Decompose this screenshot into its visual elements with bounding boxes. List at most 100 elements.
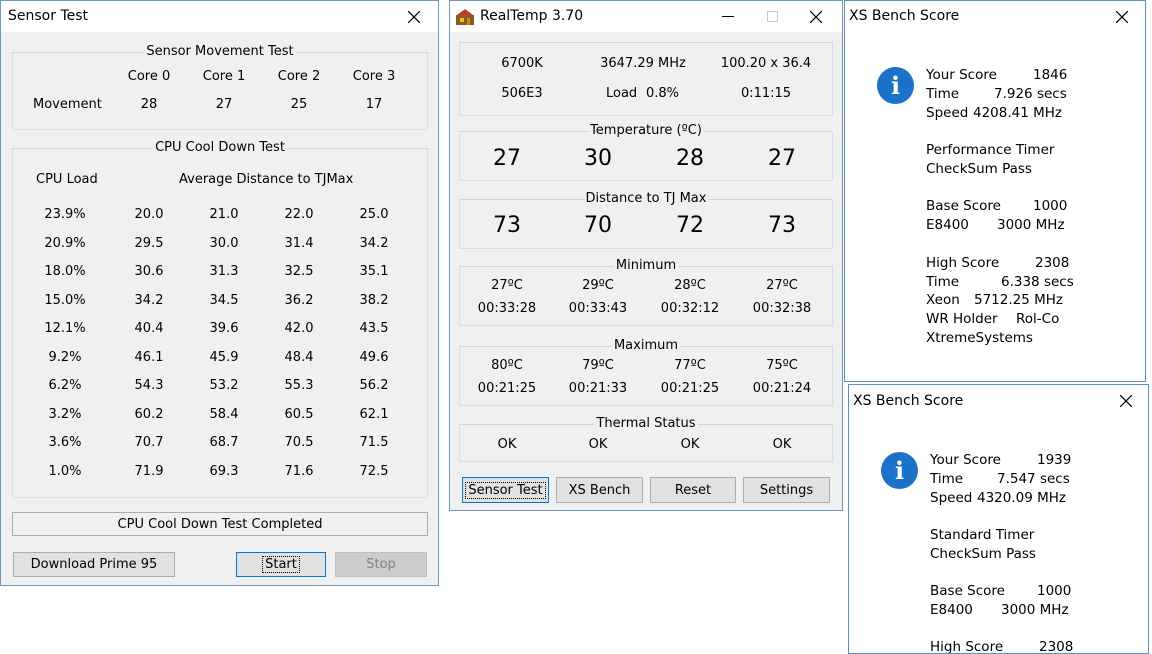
title-bar: RealTemp 3.70 (450, 1, 842, 32)
distance-value: 30.6 (134, 264, 164, 279)
speed-value: 4208.41 MHz (973, 105, 1063, 121)
time-label: Time (930, 471, 964, 487)
distance-value: 71.9 (134, 463, 164, 479)
window-title: RealTemp 3.70 (480, 8, 584, 24)
core-header: Core 2 (277, 69, 321, 84)
distance-value: 48.4 (284, 349, 314, 365)
base-score-value: 1000 (1037, 583, 1072, 599)
cpu-multiplier: 100.20 x 36.4 (720, 56, 812, 71)
speed-value: 4320.09 MHz (977, 490, 1067, 506)
maximum-temp: 77ºC (674, 358, 706, 373)
minimize-icon[interactable] (708, 1, 748, 32)
cpu-load-value: 23.9% (44, 207, 86, 222)
thermal-status-value: OK (680, 437, 700, 452)
group-title: Sensor Movement Test (144, 44, 296, 59)
stop-button[interactable]: Stop (335, 552, 427, 577)
high-speed: 5712.25 MHz (974, 292, 1064, 308)
distance-value: 43.5 (359, 321, 389, 336)
high-cpu: Xeon (926, 292, 960, 308)
reset-button[interactable]: Reset (650, 477, 736, 503)
checksum-status: CheckSum Pass (930, 546, 1036, 562)
distance-value: 25.0 (359, 207, 389, 222)
thermal-status-value: OK (588, 437, 608, 452)
base-cpu: E8400 (926, 217, 969, 233)
distance-value: 54.3 (134, 378, 164, 393)
minimum-group: Minimum (459, 258, 833, 326)
download-prime95-button[interactable]: Download Prime 95 (13, 552, 175, 577)
distance-value: 73 (493, 213, 521, 238)
close-icon[interactable] (1102, 1, 1142, 32)
distance-value: 71.5 (359, 435, 389, 450)
speed-label: Speed (930, 490, 973, 506)
checksum-status: CheckSum Pass (926, 161, 1032, 177)
cpu-info-panel (459, 42, 833, 116)
maximum-time: 00:21:33 (568, 381, 628, 396)
start-button[interactable]: Start (236, 552, 326, 577)
maximum-group: Maximum (459, 338, 833, 406)
settings-button[interactable]: Settings (743, 477, 830, 503)
group-title: Temperature (ºC) (588, 123, 704, 138)
distance-value: 70.7 (134, 435, 164, 450)
high-time-label: Time (926, 274, 960, 290)
distance-value: 55.3 (284, 378, 314, 393)
distance-value: 30.0 (209, 235, 239, 251)
cpu-frequency: 3647.29 MHz (600, 56, 686, 71)
minimum-time: 00:32:12 (660, 301, 720, 316)
cpu-load-value: 20.9% (44, 235, 86, 251)
close-icon[interactable] (394, 1, 434, 32)
maximum-time: 00:21:25 (660, 381, 720, 396)
load-value: 0.8% (646, 86, 680, 101)
high-score-label: High Score (930, 639, 1004, 654)
xs-bench-score-window-2: XS Bench Score i Your Score 1939 Time 7.… (848, 384, 1149, 654)
close-icon[interactable] (1106, 385, 1146, 416)
distance-value: 29.5 (134, 235, 164, 251)
close-icon[interactable] (796, 1, 836, 32)
temperature-value: 27 (493, 146, 521, 171)
cpu-stepping: 506E3 (501, 86, 543, 101)
movement-value: 27 (215, 97, 233, 112)
distance-value: 20.0 (134, 207, 164, 222)
thermal-status-value: OK (497, 437, 517, 452)
cpu-load-value: 15.0% (44, 292, 86, 308)
status-text: CPU Cool Down Test Completed (117, 516, 323, 532)
your-score-label: Your Score (926, 67, 997, 83)
temperature-value: 27 (768, 146, 796, 171)
core-header: Core 1 (202, 69, 246, 84)
maximum-temp: 79ºC (582, 358, 614, 373)
distance-value: 69.3 (209, 463, 239, 479)
high-score-value: 2308 (1039, 639, 1074, 654)
thermal-status-value: OK (772, 437, 792, 452)
movement-value: 28 (140, 97, 158, 112)
distance-value: 68.7 (209, 435, 239, 450)
base-speed: 3000 MHz (1001, 602, 1069, 618)
title-bar: Sensor Test (1, 1, 438, 32)
your-score-value: 1939 (1037, 452, 1072, 468)
distance-value: 73 (768, 213, 796, 238)
base-cpu: E8400 (930, 602, 973, 618)
window-title: XS Bench Score (853, 393, 964, 409)
sensor-test-button[interactable]: Sensor Test (462, 477, 549, 503)
xs-bench-button[interactable]: XS Bench (556, 477, 643, 503)
xs-bench-score-window: XS Bench Score i Your Score 1846 Time 7.… (844, 0, 1146, 382)
movement-value: 25 (290, 97, 308, 112)
minimum-temp: 29ºC (582, 278, 614, 293)
avg-distance-header: Average Distance to TJMax (179, 172, 354, 187)
distance-value: 46.1 (134, 349, 164, 365)
distance-value: 62.1 (359, 406, 389, 422)
high-score-value: 2308 (1035, 255, 1070, 271)
speed-label: Speed (926, 105, 969, 121)
group-title: CPU Cool Down Test (153, 140, 287, 155)
sensor-movement-group: Sensor Movement Test (12, 44, 428, 130)
maximum-time: 00:21:24 (752, 381, 812, 396)
distance-value: 34.5 (209, 292, 239, 308)
time-value: 7.926 secs (994, 86, 1067, 102)
your-score-label: Your Score (930, 452, 1001, 468)
window-title: Sensor Test (8, 8, 89, 24)
distance-value: 31.4 (284, 235, 314, 251)
minimum-temp: 27ºC (766, 278, 798, 293)
maximum-temp: 80ºC (491, 358, 523, 373)
distance-value: 21.0 (209, 207, 239, 222)
maximize-icon (752, 1, 792, 32)
distance-value: 70.5 (284, 435, 314, 450)
distance-value: 35.1 (359, 264, 389, 279)
